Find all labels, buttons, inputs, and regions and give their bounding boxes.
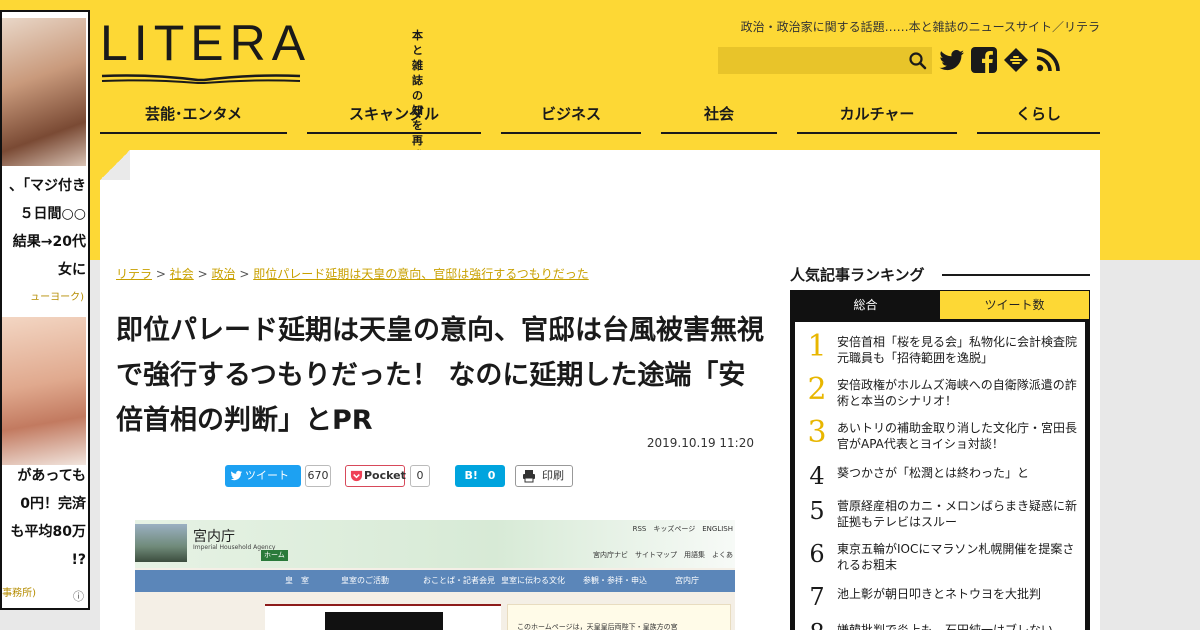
ad-text-line[interactable]: 女に (2, 256, 86, 284)
rank-title[interactable]: 安倍首相「桜を見る会」私物化に会計検査院元職員も「招待範囲を逸脱」 (837, 334, 1083, 366)
printer-icon (523, 470, 535, 483)
ad-text-line[interactable]: !? (2, 546, 86, 574)
embed-dark-image (325, 612, 443, 630)
pocket-count: 0 (410, 465, 430, 487)
tweet-label: ツイート (245, 469, 289, 482)
rank-title[interactable]: あいトリの補助金取り消した文化庁・宮田長官がAPA代表とヨイショ対談！ (837, 420, 1083, 452)
pocket-button[interactable]: Pocket (345, 465, 406, 487)
breadcrumb-separator: > (239, 267, 250, 281)
breadcrumb-home[interactable]: リテラ (116, 267, 152, 281)
pocket-icon (350, 470, 363, 482)
ad-text-line[interactable]: があっても (2, 462, 86, 490)
card-corner-fold (100, 150, 130, 180)
ad-text-line[interactable]: も平均80万 (2, 518, 86, 546)
embed-nav-item: 参観・参拝・申込 (583, 576, 647, 585)
ranking-item[interactable]: 3 あいトリの補助金取り消した文化庁・宮田長官がAPA代表とヨイショ対談！ (795, 412, 1085, 454)
rank-title[interactable]: 東京五輪がIOCにマラソン札幌開催を提案されるお粗末 (837, 541, 1083, 573)
search-icon[interactable] (908, 51, 928, 71)
embed-nav-item: 皇室のご活動 (341, 576, 389, 585)
site-logo[interactable]: LITERA 本と雑誌の 知を再発見 (100, 15, 423, 177)
nav-item-life[interactable]: くらし (977, 100, 1100, 134)
embed-nav-item: おことば・記者会見 (423, 576, 495, 585)
nav-item-scandal[interactable]: スキャンダル (307, 100, 481, 134)
embed-site-title: 宮内庁 (193, 529, 235, 545)
embed-nav-item: 宮内庁 (675, 576, 699, 585)
feedly-icon[interactable] (1002, 46, 1030, 74)
rank-title[interactable]: 菅原経産相のカニ・メロンばらまき疑惑に新証拠もテレビはスルー (837, 498, 1083, 530)
ad-text-line[interactable]: 結果→20代 (2, 228, 86, 256)
ad-info-icon[interactable]: ⓘ (73, 588, 84, 604)
breadcrumb-separator: > (155, 267, 166, 281)
left-ad-rail[interactable]: 、「マジ付き ５日間○○ 結果→20代 女に ューヨーク) があっても 0円！完… (0, 10, 90, 610)
breadcrumb: リテラ > 社会 > 政治 > 即位パレード延期は天皇の意向、官邸は強行するつも… (116, 265, 589, 282)
print-label: 印刷 (542, 469, 564, 482)
embed-nav-item: 皇 室 (285, 576, 309, 585)
facebook-icon[interactable] (970, 46, 998, 74)
breadcrumb-current[interactable]: 即位パレード延期は天皇の意向、官邸は強行するつもりだった (253, 267, 589, 281)
breadcrumb-separator: > (197, 267, 208, 281)
rank-title[interactable]: 葵つかさが「松潤とは終わった」と (837, 465, 1083, 481)
hatena-bookmark-button[interactable]: B! 0 (455, 465, 505, 487)
breadcrumb-politics[interactable]: 政治 (211, 267, 235, 281)
tagline-line: 本と雑誌の (412, 29, 424, 102)
hatena-count: 0 (487, 469, 496, 482)
logo-book-icon (101, 74, 301, 84)
ad-source[interactable]: ューヨーク) (30, 288, 84, 303)
embed-top-links: RSS キッズページ ENGLISH (632, 525, 733, 533)
ad-source[interactable]: 律事務所) (2, 584, 36, 599)
rank-number: 1 (807, 329, 827, 364)
ranking-item[interactable]: 1 安倍首相「桜を見る会」私物化に会計検査院元職員も「招待範囲を逸脱」 (795, 326, 1085, 368)
site-description: 政治・政治家に関する話題……本と雑誌のニュースサイト／リテラ (740, 20, 1100, 34)
embed-sub-links: 宮内庁ナビ サイトマップ 用語集 よくあ (593, 551, 733, 559)
rank-number: 7 (809, 583, 825, 611)
pocket-label: Pocket (364, 469, 406, 482)
embed-nav-bar: 皇 室 皇室のご活動 おことば・記者会見 皇室に伝わる文化 参観・参拝・申込 宮… (135, 570, 735, 592)
article-image: 宮内庁 Imperial Household Agency ホーム RSS キッ… (135, 520, 735, 630)
ranking-heading-rule (942, 274, 1090, 276)
hatena-label: B! (464, 469, 478, 482)
rank-title[interactable]: 池上彰が朝日叩きとネトウヨを大批判 (837, 586, 1083, 602)
logo-wordmark: LITERA (100, 15, 312, 71)
ad-text-line[interactable]: 、「マジ付き (2, 172, 86, 200)
embed-home-tab: ホーム (261, 550, 288, 561)
rank-title[interactable]: 嫌韓批判で炎上も…石田純一はブレない (837, 622, 1083, 630)
ad-photo-surprised-woman[interactable] (2, 317, 86, 465)
nav-item-entertainment[interactable]: 芸能･エンタメ (100, 100, 287, 134)
nav-item-business[interactable]: ビジネス (501, 100, 641, 134)
article-date: 2019.10.19 11:20 (646, 436, 754, 450)
ad-text-line[interactable]: ５日間○○ (2, 200, 86, 228)
ad-photo-woman[interactable] (2, 18, 86, 166)
nav-item-culture[interactable]: カルチャー (797, 100, 957, 134)
search-input[interactable] (718, 47, 932, 74)
rank-number: 8 (803, 614, 831, 630)
nav-item-society[interactable]: 社会 (661, 100, 777, 134)
tweet-button[interactable]: ツイート (225, 465, 301, 487)
print-button[interactable]: 印刷 (515, 465, 573, 487)
ad-text-line[interactable]: 0円！完済 (2, 490, 86, 518)
rss-icon[interactable] (1034, 46, 1062, 74)
ranking-item[interactable]: 8 嫌韓批判で炎上も…石田純一はブレない (795, 612, 1085, 630)
ranking-item[interactable]: 6 東京五輪がIOCにマラソン札幌開催を提案されるお粗末 (795, 533, 1085, 575)
article-title: 即位パレード延期は天皇の意向、官邸は台風被害無視で強行するつもりだった！ なのに… (116, 315, 764, 436)
embed-nav-item: 皇室に伝わる文化 (501, 576, 565, 585)
ranking-item[interactable]: 2 安倍政権がホルムズ海峡への自衛隊派遣の詐術と本当のシナリオ！ (795, 369, 1085, 411)
rank-number: 5 (809, 497, 825, 525)
embed-bridge-photo (135, 524, 187, 562)
tab-overall[interactable]: 総合 (791, 291, 940, 319)
ranking-heading: 人気記事ランキング (790, 266, 925, 284)
ranking-list: 1 安倍首相「桜を見る会」私物化に会計検査院元職員も「招待範囲を逸脱」 2 安倍… (795, 322, 1085, 630)
breadcrumb-society[interactable]: 社会 (170, 267, 194, 281)
ranking-item[interactable]: 5 菅原経産相のカニ・メロンばらまき疑惑に新証拠もテレビはスルー (795, 490, 1085, 532)
twitter-icon[interactable] (938, 46, 966, 74)
rank-number: 6 (809, 540, 825, 568)
rank-title[interactable]: 安倍政権がホルムズ海峡への自衛隊派遣の詐術と本当のシナリオ！ (837, 377, 1083, 409)
twitter-icon (230, 470, 243, 481)
rank-number: 3 (807, 415, 827, 450)
embed-notice-text: このホームページは，天皇皇后両陛下・皇族方の宮 (517, 623, 678, 630)
rank-number: 2 (807, 372, 827, 407)
tab-tweet-count[interactable]: ツイート数 (940, 291, 1089, 319)
tweet-count: 670 (305, 465, 331, 487)
